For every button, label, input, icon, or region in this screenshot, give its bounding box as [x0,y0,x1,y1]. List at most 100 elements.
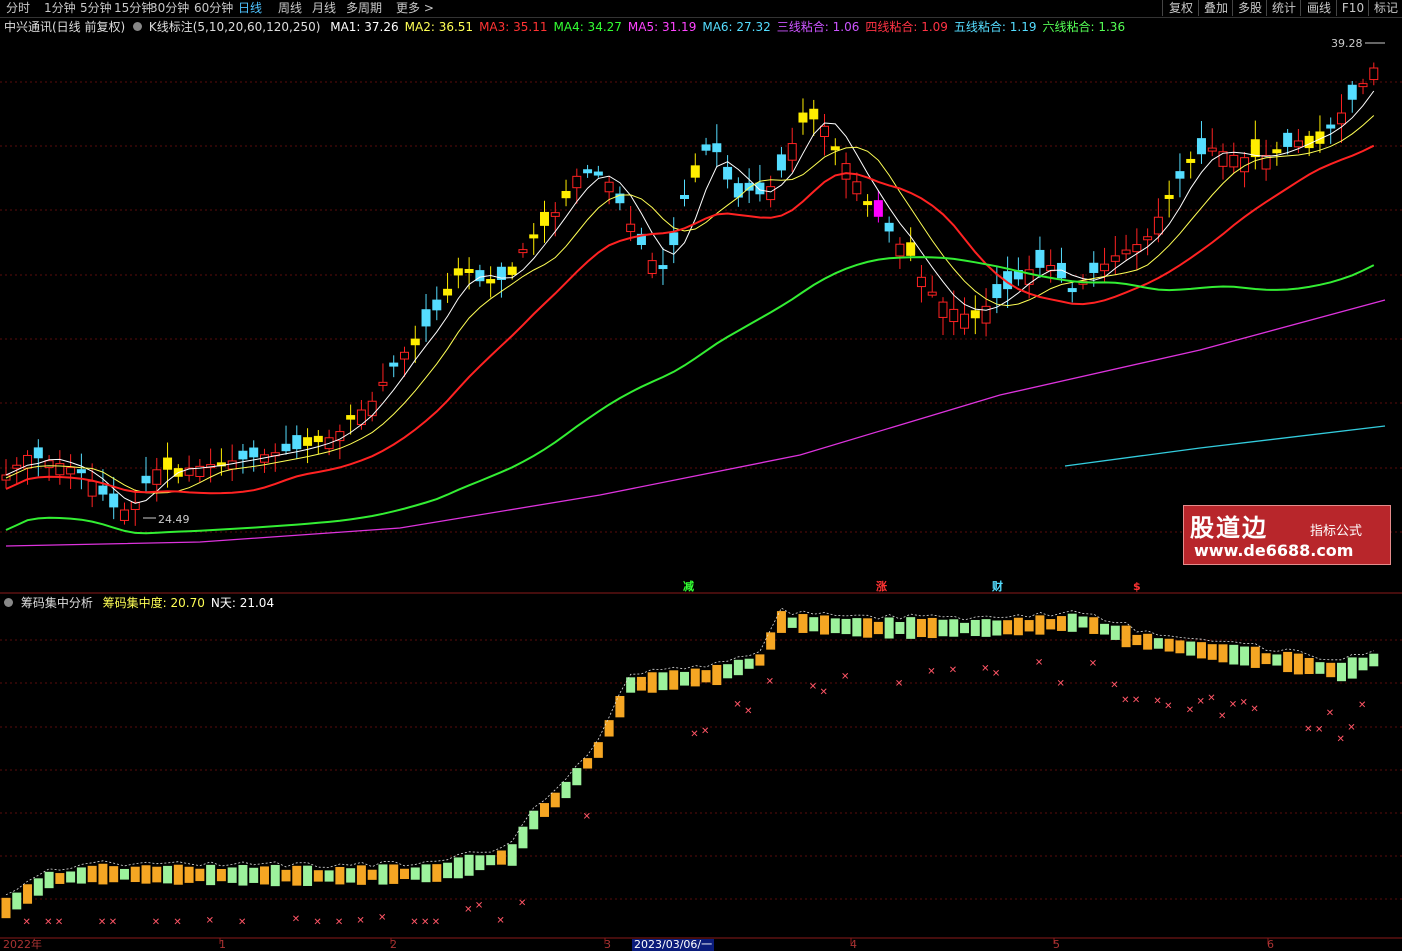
candle-body [464,268,474,273]
watermark-logo: 股道边 指标公式 www.de6688.com [1183,505,1391,565]
chip-bar [399,868,409,880]
candle-body [658,265,668,270]
chip-bar [863,618,873,638]
chip-bar [1078,616,1088,628]
candle-body [1347,84,1357,100]
chip-bar [152,866,162,883]
candle-body [87,480,97,497]
chip-bar [184,866,194,883]
chip-bar [529,810,539,830]
toolbar-tool-6[interactable]: 标记 [1368,0,1402,16]
butterfly-glyph: ✕ [927,667,935,678]
candle-body [1175,171,1185,179]
ma-legend-6: 三线粘合: 1.06 [776,20,860,34]
candle-body [507,266,517,275]
candle-body [669,232,679,246]
butterfly-glyph: ✕ [313,917,321,928]
toolbar-period-7[interactable]: 周线 [278,1,302,16]
toolbar-period-10[interactable]: 更多 > [396,1,434,16]
butterfly-glyph: ✕ [820,687,828,698]
chip-bar [1121,625,1131,648]
toolbar-period-1[interactable]: 1分钟 [44,1,76,16]
butterfly-glyph: ✕ [356,915,364,926]
toolbar-tool-1[interactable]: 叠加 [1198,0,1233,16]
chip-bar [820,615,830,635]
toolbar-period-6[interactable]: 日线 [238,1,262,16]
candle-body [12,464,22,469]
butterfly-glyph: ✕ [701,726,709,737]
candle-body [1196,138,1206,155]
toolbar-tool-4[interactable]: 画线 [1300,0,1337,16]
x-axis-label: 6 [1267,938,1274,951]
toolbar-period-3[interactable]: 15分钟 [114,1,153,16]
toolbar-period-9[interactable]: 多周期 [346,1,382,16]
butterfly-glyph: ✕ [1196,697,1204,708]
ma-legend-7: 四线粘合: 1.09 [865,20,948,34]
candle-body [1089,262,1099,273]
sub-indicator-name[interactable]: 筹码集中分析 [21,596,93,610]
candle-body [486,279,496,284]
toolbar-period-2[interactable]: 5分钟 [80,1,112,16]
x-axis-label: 5 [1053,938,1060,951]
indicator-name[interactable]: K线标注(5,10,20,60,120,250) [149,20,321,34]
butterfly-glyph: ✕ [1110,680,1118,691]
butterfly-glyph: ✕ [292,914,300,925]
toolbar-tool-0[interactable]: 复权 [1162,0,1199,16]
candle-body [949,308,959,323]
candle-body [809,108,819,120]
candle-body [33,447,43,459]
chip-bar [378,864,388,885]
candle-body [992,284,1002,299]
stock-name[interactable]: 中兴通讯(日线 前复权) [4,20,125,34]
candle-body [238,450,248,460]
candle-body [1132,244,1142,253]
candle-body [830,146,840,151]
toolbar-period-4[interactable]: 30分钟 [150,1,189,16]
candle-body [550,212,560,217]
chip-bar [173,864,183,885]
toolbar-tool-5[interactable]: F10 [1336,0,1369,16]
candle-body [98,485,108,495]
candle-body [820,125,830,137]
candle-body [744,182,754,191]
chip-bar [76,867,86,884]
butterfly-glyph: ✕ [583,811,591,822]
chip-bar [87,865,97,883]
chevron-down-icon[interactable] [4,598,13,607]
butterfly-glyph: ✕ [1132,695,1140,706]
marker-jian: 减 [683,580,694,593]
butterfly-glyph: ✕ [1326,708,1334,719]
toolbar-tool-3[interactable]: 统计 [1266,0,1301,16]
chip-bar [227,867,237,883]
candle-body [1121,249,1131,255]
sub-legend-1: N天: 21.04 [210,596,275,610]
chip-bar [1186,641,1196,656]
chip-bar [1229,644,1239,665]
chip-bar [949,619,959,637]
candle-body [141,475,151,484]
candle-body [1207,147,1217,152]
chip-bar [195,868,205,882]
candle-body [1067,288,1077,293]
chip-bar [281,869,291,882]
candle-body [399,351,409,360]
toolbar-period-8[interactable]: 月线 [312,1,336,16]
chip-bar [1207,644,1217,660]
butterfly-glyph: ✕ [44,917,52,928]
chip-bar [496,850,506,865]
toolbar-period-5[interactable]: 60分钟 [194,1,233,16]
chip-bar [1056,616,1066,631]
chip-bar [119,868,129,880]
chip-bar [313,870,323,882]
candle-body [152,469,162,485]
chip-bar [356,865,366,885]
candle-body [776,154,786,171]
toolbar-tool-2[interactable]: 多股 [1232,0,1267,16]
ma2-line [5,115,1375,494]
butterfly-glyph: ✕ [1358,700,1366,711]
candle-body [76,469,86,474]
kline-chart[interactable]: ✕ ✕ ✕ ✕ ✕ ✕ ✕ ✕ ✕ ✕ ✕ ✕ ✕ ✕ ✕ ✕ ✕✕ ✕✕✕✕✕ ✕✕✕✕ ✕✕✕✕✕ ✕ ✕ ✕✕✕✕✕✕… [0,0,1402,951]
toolbar-period-0[interactable]: 分时 [6,1,30,16]
chip-bar [55,873,65,884]
chevron-down-icon[interactable] [133,22,143,31]
